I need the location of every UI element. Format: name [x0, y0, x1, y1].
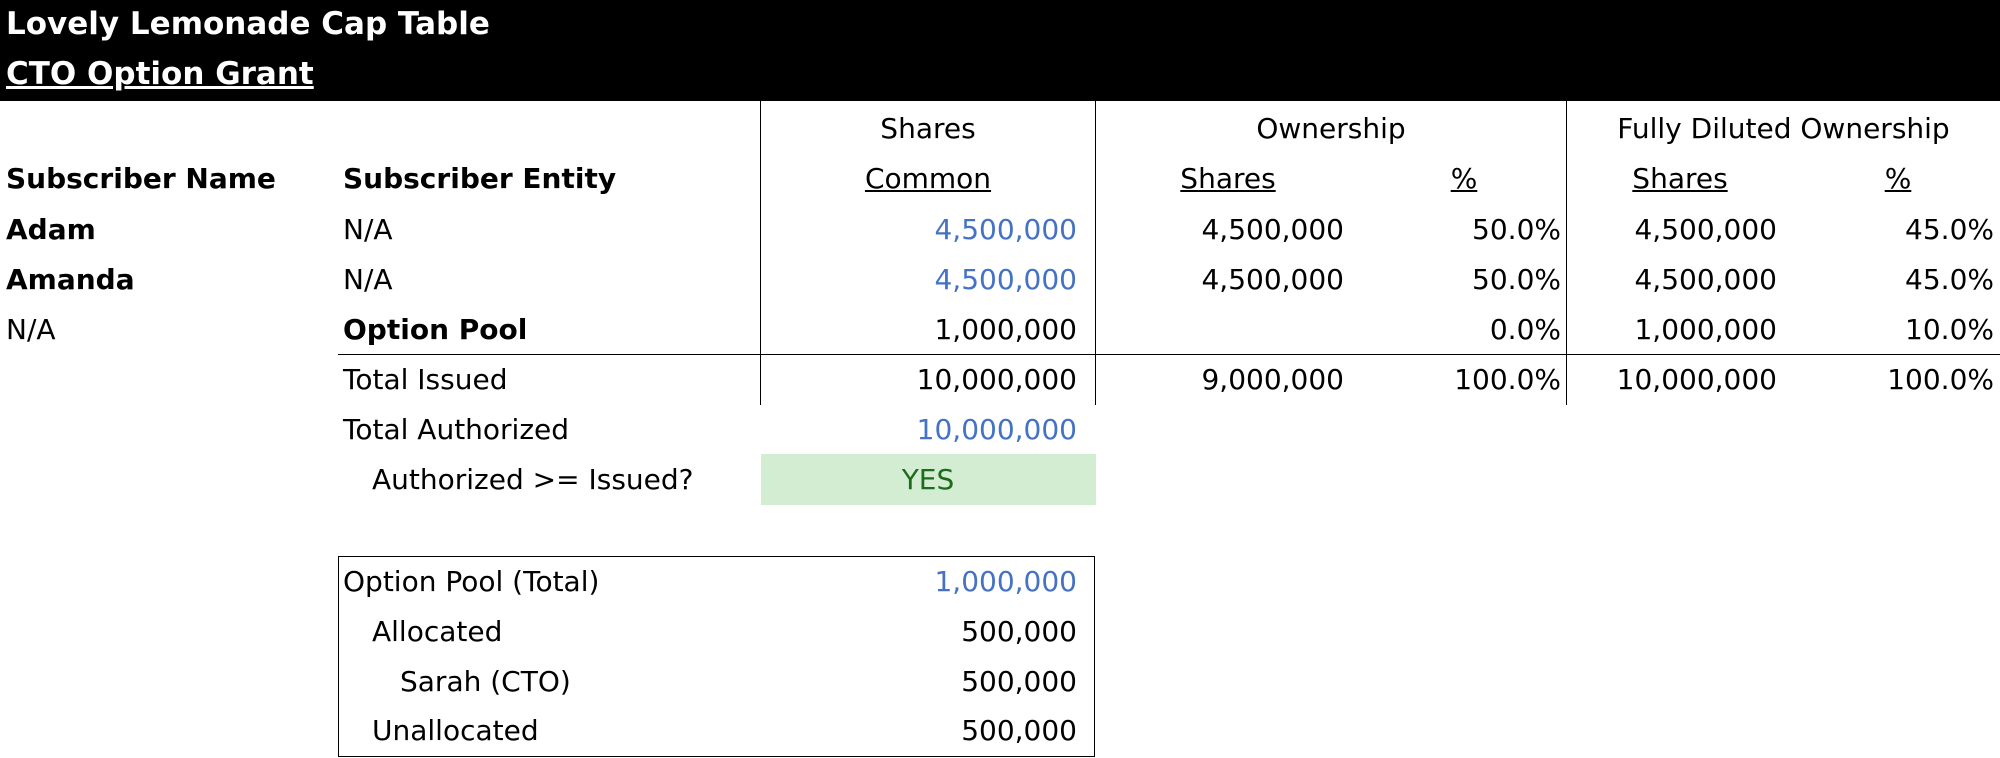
subscriber-name-header: Subscriber Name	[6, 162, 276, 195]
fd-shares: 4,500,000	[1634, 213, 1777, 246]
common-header: Common	[864, 162, 992, 195]
option-pool-grantee-value: 500,000	[961, 665, 1077, 698]
ownership-pct: 50.0%	[1472, 213, 1561, 246]
fd-pct: 45.0%	[1905, 263, 1994, 296]
fd-ownership-group-header: Fully Diluted Ownership	[1617, 112, 1950, 145]
subscriber-entity: Option Pool	[343, 313, 528, 346]
total-authorized-value: 10,000,000	[916, 413, 1077, 446]
ownership-shares: 4,500,000	[1201, 263, 1344, 296]
fd-pct: 45.0%	[1905, 213, 1994, 246]
shares-group-header: Shares	[880, 112, 976, 145]
title-banner: Lovely Lemonade Cap Table CTO Option Gra…	[0, 0, 2000, 101]
sheet-subtitle: CTO Option Grant	[6, 56, 314, 92]
sheet-title: Lovely Lemonade Cap Table	[6, 6, 490, 42]
total-issued-label: Total Issued	[343, 363, 508, 396]
divider	[1566, 101, 1567, 405]
option-pool-allocated-value: 500,000	[961, 615, 1077, 648]
ownership-pct-header: %	[1450, 162, 1478, 195]
subscriber-entity-header: Subscriber Entity	[343, 162, 617, 195]
ownership-group-header: Ownership	[1256, 112, 1406, 145]
common-shares: 4,500,000	[934, 263, 1077, 296]
common-shares: 1,000,000	[934, 313, 1077, 346]
ownership-pct: 50.0%	[1472, 263, 1561, 296]
option-pool-total-value: 1,000,000	[934, 565, 1077, 598]
subscriber-name: Adam	[6, 213, 96, 246]
option-pool-unallocated-label: Unallocated	[372, 714, 539, 747]
subscriber-name: Amanda	[6, 263, 135, 296]
authorized-check-label: Authorized >= Issued?	[372, 463, 694, 496]
subscriber-name: N/A	[6, 313, 56, 346]
authorized-check-value: YES	[901, 463, 955, 496]
ownership-shares	[1096, 305, 1344, 355]
fd-pct: 10.0%	[1905, 313, 1994, 346]
fd-shares: 4,500,000	[1634, 263, 1777, 296]
common-shares: 4,500,000	[934, 213, 1077, 246]
option-pool-total-label: Option Pool (Total)	[343, 565, 600, 598]
subscriber-entity: N/A	[343, 213, 393, 246]
divider	[760, 101, 761, 405]
option-pool-unallocated-value: 500,000	[961, 714, 1077, 747]
total-issued-ownership-pct: 100.0%	[1454, 363, 1561, 396]
total-issued-fd-pct: 100.0%	[1887, 363, 1994, 396]
total-issued-common: 10,000,000	[916, 363, 1077, 396]
fd-shares-header: Shares	[1632, 162, 1728, 195]
total-authorized-label: Total Authorized	[343, 413, 570, 446]
divider	[338, 354, 2000, 355]
ownership-pct: 0.0%	[1489, 313, 1561, 346]
divider	[1095, 101, 1096, 405]
total-issued-ownership-shares: 9,000,000	[1201, 363, 1344, 396]
fd-shares: 1,000,000	[1634, 313, 1777, 346]
option-pool-grantee-label: Sarah (CTO)	[400, 665, 571, 698]
option-pool-allocated-label: Allocated	[372, 615, 503, 648]
fd-pct-header: %	[1884, 162, 1912, 195]
total-issued-fd-shares: 10,000,000	[1616, 363, 1777, 396]
ownership-shares: 4,500,000	[1201, 213, 1344, 246]
subscriber-entity: N/A	[343, 263, 393, 296]
ownership-shares-header: Shares	[1180, 162, 1276, 195]
